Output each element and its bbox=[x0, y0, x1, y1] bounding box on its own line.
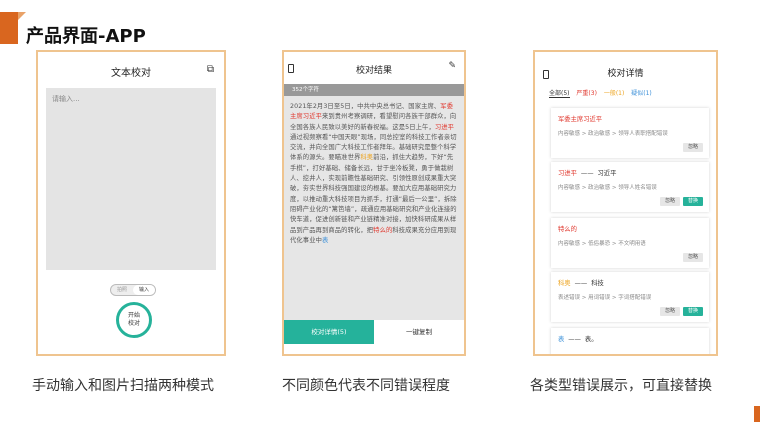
edit-icon[interactable]: ✎ bbox=[448, 61, 456, 71]
ignore-button[interactable]: 忽略 bbox=[659, 197, 680, 206]
error-word: 表 bbox=[558, 336, 565, 343]
error-word-line: 科奥 —— 科技 bbox=[558, 278, 702, 287]
card-actions: 忽略 替换 bbox=[659, 197, 703, 206]
screen-header: 校对结果 ✎ bbox=[284, 52, 464, 82]
screen-title: 文本校对 bbox=[111, 68, 151, 79]
error-word-line: 特么的 bbox=[558, 224, 702, 233]
replace-arrow: —— bbox=[574, 280, 588, 287]
error-highlight-severe[interactable]: 特么的 bbox=[373, 227, 392, 234]
mode-toggle[interactable]: 拍照 输入 bbox=[110, 284, 156, 296]
caption-error-types: 各类型错误展示，可直接替换 bbox=[530, 378, 712, 394]
error-path: 内容敏感 > 政治敏感 > 领导人姓名错误 bbox=[558, 185, 657, 191]
error-card: 特么的 内容敏感 > 低俗暴恐 > 不文明用语 忽略 bbox=[551, 218, 709, 268]
ignore-button[interactable]: 忽略 bbox=[682, 143, 703, 152]
text-segment: 2021年2月3日至5日，中共中央总书记、国家主席、 bbox=[290, 103, 441, 110]
ignore-button[interactable]: 忽略 bbox=[659, 307, 680, 316]
corner-accent bbox=[754, 406, 760, 422]
proofread-details-screen: 校对详情 全部(5) 严重(3) 一般(1) 疑似(1) 军委主席习近平 内容敏… bbox=[533, 50, 718, 356]
card-actions: 忽略 bbox=[682, 143, 703, 152]
error-path: 表述错误 > 用词错误 > 字词搭配错误 bbox=[558, 295, 652, 301]
error-word: 特么的 bbox=[558, 226, 577, 233]
result-text: 2021年2月3日至5日，中共中央总书记、国家主席、军委主席习近平来到贵州考察调… bbox=[284, 96, 464, 320]
start-proofread-button[interactable]: 开始 校对 bbox=[116, 302, 152, 338]
proofread-result-screen: 校对结果 ✎ 352个字符 2021年2月3日至5日，中共中央总书记、国家主席、… bbox=[282, 50, 466, 356]
error-word: 科奥 bbox=[558, 280, 571, 287]
error-card: 习进平 —— 习近平 内容敏感 > 政治敏感 > 领导人姓名错误 忽略 替换 bbox=[551, 162, 709, 212]
char-count: 352个字符 bbox=[284, 84, 464, 96]
error-path: 内容敏感 > 政治敏感 > 领导人表职搭配错误 bbox=[558, 131, 668, 137]
text-segment: 前沿，抓住大趋势，下好“先手棋”，打好基础、储备长远，甘于坐冷板凳，勇于做栽树人… bbox=[290, 154, 457, 234]
tab-proofread-details[interactable]: 校对详情(5) bbox=[284, 320, 374, 344]
filter-severe[interactable]: 严重(3) bbox=[576, 90, 597, 97]
error-highlight-general[interactable]: 科奥 bbox=[360, 154, 373, 161]
screen-title: 校对结果 bbox=[355, 66, 392, 76]
replace-button[interactable]: 替换 bbox=[682, 197, 703, 206]
card-actions: 忽略 bbox=[682, 253, 703, 262]
toggle-photo[interactable]: 拍照 bbox=[111, 285, 133, 295]
error-card: 科奥 —— 科技 表述错误 > 用词错误 > 字词搭配错误 忽略 替换 bbox=[551, 272, 709, 322]
error-word: 军委主席习近平 bbox=[558, 116, 603, 123]
text-proofread-screen: 文本校对 ⧉ 请输入... 拍照 输入 开始 校对 bbox=[36, 50, 226, 356]
tab-copy-all[interactable]: 一键复制 bbox=[374, 320, 464, 344]
title-accent-triangle bbox=[18, 12, 26, 20]
error-word-line: 习进平 —— 习近平 bbox=[558, 168, 702, 177]
error-highlight-severe[interactable]: 习进平 bbox=[435, 124, 454, 131]
start-label-1: 开始 bbox=[127, 312, 140, 319]
error-highlight-suspect[interactable]: 表 bbox=[322, 237, 328, 244]
correction-word: 表。 bbox=[584, 336, 598, 343]
toggle-input[interactable]: 输入 bbox=[133, 285, 155, 295]
ignore-button[interactable]: 忽略 bbox=[682, 253, 703, 262]
filter-suspect[interactable]: 疑似(1) bbox=[631, 90, 652, 97]
correction-word: 科技 bbox=[591, 280, 604, 287]
page-title: 产品界面-APP bbox=[26, 26, 146, 47]
replace-arrow: —— bbox=[580, 170, 594, 177]
error-path: 内容敏感 > 低俗暴恐 > 不文明用语 bbox=[558, 241, 646, 247]
scan-icon[interactable]: ⧉ bbox=[207, 64, 214, 75]
caption-color-severity: 不同颜色代表不同错误程度 bbox=[282, 378, 450, 394]
replace-button[interactable]: 替换 bbox=[682, 307, 703, 316]
error-word-line: 军委主席习近平 bbox=[558, 114, 702, 123]
card-actions: 忽略 替换 bbox=[659, 307, 703, 316]
title-accent-bar bbox=[0, 12, 18, 44]
error-filters: 全部(5) 严重(3) 一般(1) 疑似(1) bbox=[549, 88, 657, 98]
replace-arrow: —— bbox=[568, 336, 581, 343]
start-label-2: 校对 bbox=[127, 320, 140, 327]
result-tabs: 校对详情(5) 一键复制 bbox=[284, 320, 464, 344]
error-word-line: 表 —— 表。 bbox=[558, 334, 702, 343]
caption-input-modes: 手动输入和图片扫描两种模式 bbox=[32, 378, 214, 394]
error-word: 习进平 bbox=[558, 170, 577, 177]
screen-header: 校对详情 bbox=[535, 52, 716, 88]
correction-word: 习近平 bbox=[597, 170, 617, 177]
error-card: 军委主席习近平 内容敏感 > 政治敏感 > 领导人表职搭配错误 忽略 bbox=[551, 108, 709, 158]
text-input[interactable]: 请输入... bbox=[46, 88, 216, 270]
filter-all[interactable]: 全部(5) bbox=[549, 90, 570, 98]
filter-general[interactable]: 一般(1) bbox=[604, 90, 625, 97]
error-card: 表 —— 表。 bbox=[551, 328, 709, 354]
screen-title: 校对详情 bbox=[607, 69, 644, 79]
screen-header: 文本校对 ⧉ bbox=[38, 52, 224, 88]
